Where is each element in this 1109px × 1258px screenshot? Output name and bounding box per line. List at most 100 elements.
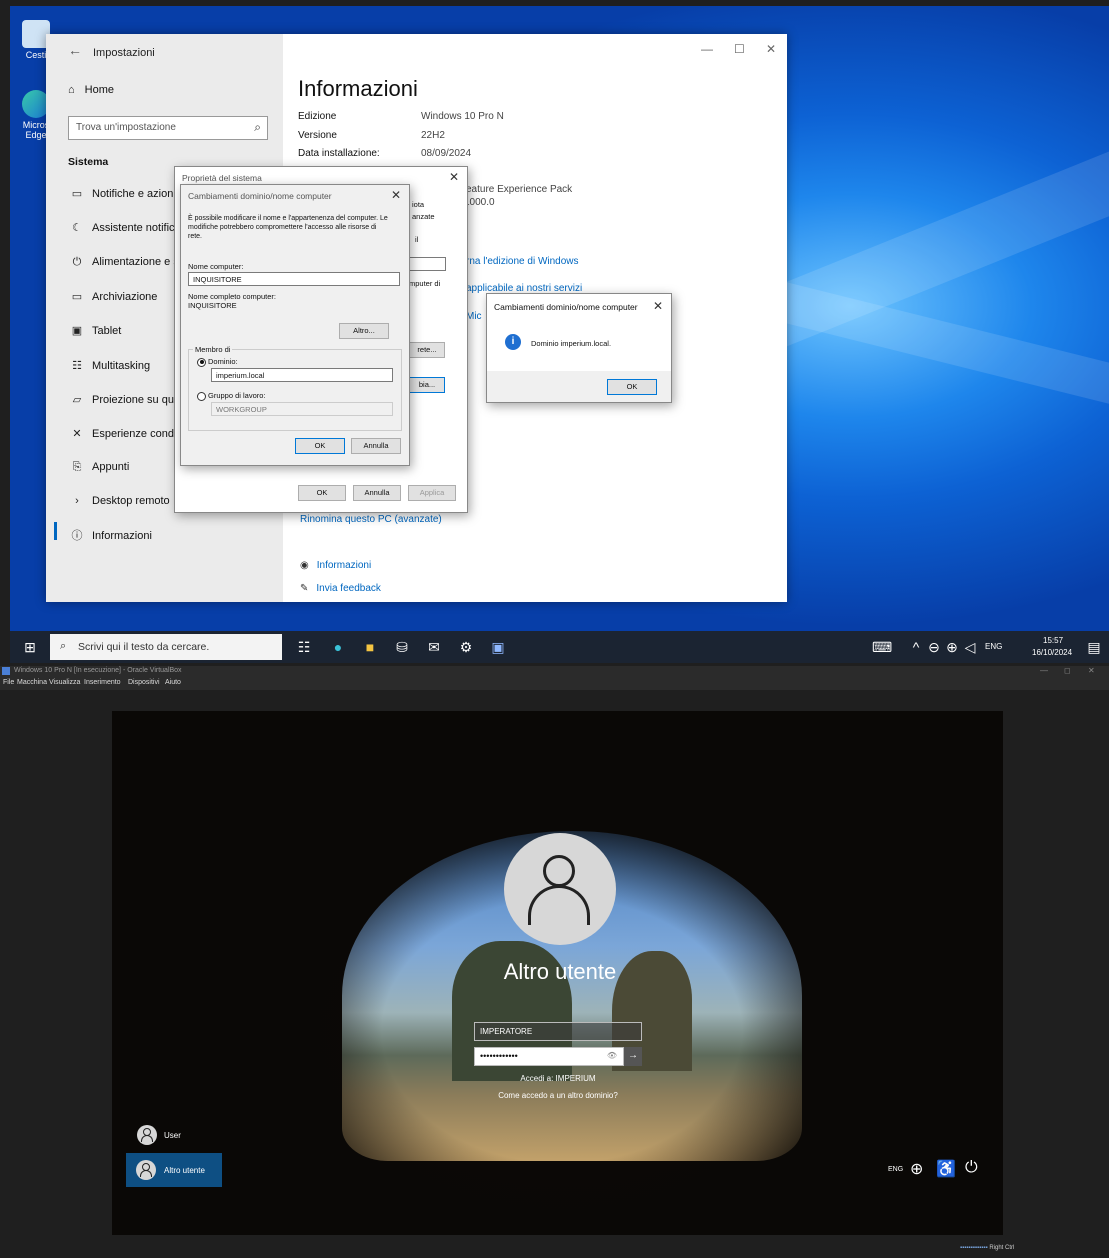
remote-icon: ›: [75, 495, 79, 507]
chevron-up-icon[interactable]: ^: [908, 639, 924, 655]
volume-icon[interactable]: ◁: [962, 639, 978, 655]
domain-radio[interactable]: Dominio:: [197, 357, 238, 367]
close-button[interactable]: ✕: [766, 42, 776, 56]
close-icon[interactable]: ✕: [653, 299, 663, 313]
help-informazioni-link[interactable]: ◉ Informazioni: [300, 560, 371, 571]
close-button[interactable]: ✕: [1088, 666, 1095, 675]
ok-button[interactable]: OK: [295, 438, 345, 454]
minimize-button[interactable]: —: [1040, 666, 1048, 675]
back-arrow-icon[interactable]: ←: [68, 42, 82, 58]
search-icon: ⌕: [254, 120, 261, 134]
nav-informazioni[interactable]: ⓘ Informazioni: [68, 527, 152, 543]
user-list-item-selected[interactable]: Altro utente: [126, 1153, 222, 1187]
nav-desktop-remoto[interactable]: › Desktop remoto: [68, 495, 170, 507]
nav-esperienze[interactable]: ✕ Esperienze condivis: [68, 427, 189, 440]
language-indicator[interactable]: ENG: [888, 1166, 903, 1173]
computer-name-input[interactable]: INQUISITORE: [188, 272, 400, 286]
menu-visualizza[interactable]: Visualizza: [49, 679, 80, 686]
maximize-button[interactable]: ☐: [734, 42, 745, 56]
windows-start-icon[interactable]: ⊞: [22, 639, 38, 655]
submit-arrow-button[interactable]: →: [624, 1047, 642, 1066]
description-line: È possibile modificare il nome e l'appar…: [188, 215, 388, 222]
upgrade-edition-link[interactable]: rna l'edizione di Windows: [466, 256, 579, 267]
network-globe-icon[interactable]: ⊕: [910, 1159, 923, 1179]
user-list-item[interactable]: User: [134, 1123, 224, 1147]
accessibility-icon[interactable]: ♿: [936, 1159, 956, 1179]
welcome-message-box: Cambiamenti dominio/nome computer ✕ i Do…: [486, 293, 672, 403]
menu-inserimento[interactable]: Inserimento: [84, 679, 121, 686]
multitasking-icon: ☷: [72, 360, 82, 372]
clock-date[interactable]: 16/10/2024: [1032, 648, 1072, 657]
change-button[interactable]: bia...: [409, 377, 445, 393]
workgroup-radio[interactable]: Gruppo di lavoro:: [197, 391, 266, 401]
power-icon[interactable]: ⏻: [965, 1159, 978, 1177]
rename-pc-link[interactable]: Rinomina questo PC (avanzate): [300, 514, 442, 525]
notifications-icon[interactable]: ▤: [1086, 639, 1102, 655]
network-id-button[interactable]: rete...: [409, 342, 445, 358]
nav-alimentazione[interactable]: ⏻ Alimentazione e sos: [68, 256, 191, 269]
clipboard-icon: ⎘: [72, 461, 82, 473]
system-properties-icon[interactable]: ▣: [490, 639, 506, 655]
restore-button[interactable]: ◻: [1064, 666, 1071, 675]
apply-button[interactable]: Applica: [408, 485, 456, 501]
member-of-label: Membro di: [193, 345, 233, 354]
ok-button[interactable]: OK: [607, 379, 657, 395]
minimize-button[interactable]: —: [701, 42, 713, 56]
nav-home[interactable]: ⌂ Home: [68, 84, 114, 96]
info-icon: ⓘ: [71, 530, 83, 542]
description-line: rete.: [188, 233, 203, 240]
dialog-title: Proprietà del sistema: [182, 173, 262, 183]
sign-in-domain-text: Accedi a: IMPERIUM: [520, 1074, 596, 1083]
task-view-icon[interactable]: ☷: [296, 639, 312, 655]
nav-assistente[interactable]: ☾ Assistente notifiche: [68, 221, 187, 234]
tab-fragment[interactable]: iota: [412, 200, 424, 209]
menu-dispositivi[interactable]: Dispositivi: [128, 679, 160, 686]
store-icon[interactable]: ⛁: [394, 639, 410, 655]
cancel-button[interactable]: Annulla: [351, 438, 401, 454]
user-icon-body: [528, 885, 590, 925]
domain-change-dialog: Cambiamenti dominio/nome computer ✕ È po…: [180, 184, 410, 466]
settings-search-input[interactable]: Trova un'impostazione ⌕: [68, 116, 268, 140]
virtualbox-title: Windows 10 Pro N [In esecuzione] - Oracl…: [14, 667, 182, 674]
network-icon[interactable]: ⊖: [926, 639, 942, 655]
cancel-button[interactable]: Annulla: [353, 485, 401, 501]
username-input[interactable]: IMPERATORE: [474, 1022, 642, 1041]
nav-tablet[interactable]: ▣ Tablet: [68, 324, 122, 337]
edge-icon[interactable]: ●: [330, 639, 346, 655]
workgroup-input[interactable]: WORKGROUP: [211, 402, 393, 416]
feedback-link[interactable]: ✎ Invia feedback: [300, 583, 381, 594]
storage-icon: ▭: [71, 291, 83, 303]
settings-gear-icon[interactable]: ⚙: [458, 639, 474, 655]
keyboard-icon[interactable]: ⌨: [872, 639, 892, 655]
nav-notifiche[interactable]: ▭ Notifiche e azioni: [68, 187, 176, 200]
other-domain-link[interactable]: Come accedo a un altro dominio?: [474, 1091, 642, 1100]
nav-archiviazione[interactable]: ▭ Archiviazione: [68, 290, 158, 303]
spec-value: 08/09/2024: [421, 148, 472, 159]
virtualbox-titlebar: Windows 10 Pro N [In esecuzione] - Oracl…: [0, 666, 1109, 678]
menu-file[interactable]: File: [3, 679, 14, 686]
menu-macchina[interactable]: Macchina: [17, 679, 47, 686]
mail-icon[interactable]: ✉: [426, 639, 442, 655]
full-name-value: INQUISITORE: [188, 301, 237, 310]
reveal-password-icon[interactable]: 👁: [607, 1051, 617, 1060]
nav-appunti[interactable]: ⎘ Appunti: [68, 461, 130, 474]
domain-input[interactable]: imperium.local: [211, 368, 393, 382]
file-explorer-icon[interactable]: ■: [362, 639, 378, 655]
password-input[interactable]: •••••••••••• 👁: [474, 1047, 624, 1066]
language-indicator[interactable]: ENG: [985, 642, 1002, 651]
more-button[interactable]: Altro...: [339, 323, 389, 339]
globe-icon[interactable]: ⊕: [944, 639, 960, 655]
close-icon[interactable]: ✕: [449, 170, 459, 184]
tab-fragment[interactable]: anzate: [412, 212, 435, 221]
clock-time[interactable]: 15:57: [1043, 636, 1063, 645]
login-username-heading: Altro utente: [503, 959, 617, 984]
menu-aiuto[interactable]: Aiuto: [165, 679, 181, 686]
nav-multitasking[interactable]: ☷ Multitasking: [68, 359, 150, 372]
microsoft-link[interactable]: Mic: [466, 311, 482, 322]
projection-icon: ▱: [72, 394, 82, 406]
taskbar-search-input[interactable]: ⌕ Scrivi qui il testo da cercare.: [50, 634, 282, 660]
ok-button[interactable]: OK: [298, 485, 346, 501]
tablet-icon: ▣: [71, 325, 83, 337]
nav-proiezione[interactable]: ▱ Proiezione su quest: [68, 393, 189, 406]
close-icon[interactable]: ✕: [391, 188, 401, 202]
